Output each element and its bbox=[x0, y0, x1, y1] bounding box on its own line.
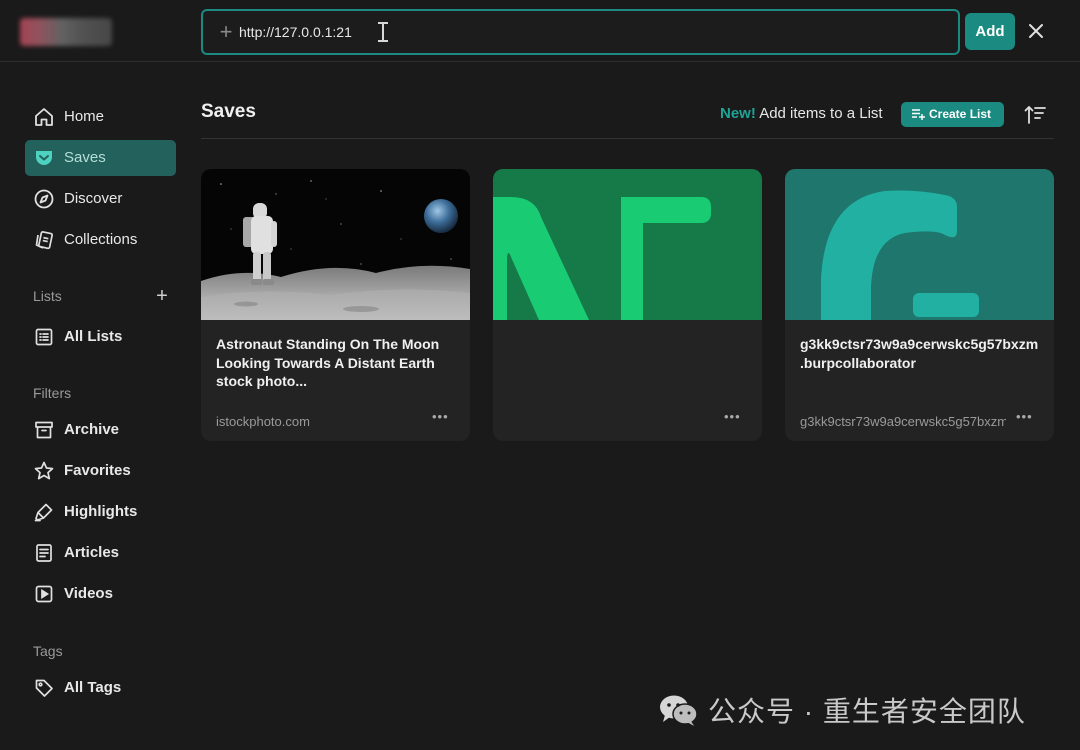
astronaut-photo-thumbnail[interactable] bbox=[201, 169, 470, 320]
save-card[interactable]: g3kk9ctsr73w9a9cerwskc5g57bxzm.burpcolla… bbox=[785, 169, 1054, 441]
blurred-logo bbox=[20, 18, 112, 46]
sidebar-item-archive[interactable]: Archive bbox=[25, 412, 176, 448]
create-list-button[interactable]: Create List bbox=[901, 102, 1004, 127]
card-source: g3kk9ctsr73w9a9cerwskc5g57bxzm.burpcolla… bbox=[800, 414, 1006, 429]
pocket-icon bbox=[33, 147, 55, 169]
add-list-icon bbox=[912, 109, 925, 120]
sidebar-item-label: Discover bbox=[64, 190, 123, 207]
sidebar-item-favorites[interactable]: Favorites bbox=[25, 453, 176, 489]
list-promo: New! Add items to a List bbox=[720, 105, 883, 122]
promo-text: Add items to a List bbox=[759, 105, 883, 122]
sidebar-item-label: All Lists bbox=[64, 328, 123, 345]
plus-icon: + bbox=[219, 19, 233, 44]
sidebar-item-discover[interactable]: Discover bbox=[25, 181, 176, 217]
more-options-icon[interactable] bbox=[1016, 409, 1040, 429]
create-list-label: Create List bbox=[929, 107, 992, 121]
text-cursor-icon bbox=[378, 22, 388, 42]
card-title[interactable]: g3kk9ctsr73w9a9cerwskc5g57bxzm.burpcolla… bbox=[800, 335, 1040, 372]
card-title[interactable]: Astronaut Standing On The Moon Looking T… bbox=[216, 335, 456, 391]
sidebar-item-all-tags[interactable]: All Tags bbox=[25, 670, 176, 706]
url-input[interactable] bbox=[239, 20, 879, 44]
video-icon bbox=[33, 583, 55, 605]
filters-heading: Filters bbox=[33, 385, 72, 401]
more-options-icon[interactable] bbox=[432, 409, 456, 429]
add-list-icon[interactable]: + bbox=[152, 286, 172, 306]
list-icon bbox=[33, 326, 55, 348]
letter-g-thumbnail[interactable] bbox=[785, 169, 1054, 320]
sidebar-item-label: Highlights bbox=[64, 503, 138, 520]
add-url-field[interactable]: + bbox=[201, 9, 960, 55]
sidebar-item-videos[interactable]: Videos bbox=[25, 576, 176, 612]
wechat-watermark: 公众号 · 重生者安全团队 bbox=[658, 690, 1026, 730]
sidebar-item-collections[interactable]: Collections bbox=[25, 222, 176, 258]
sidebar-item-highlights[interactable]: Highlights bbox=[25, 494, 176, 530]
home-icon bbox=[33, 106, 55, 128]
sidebar-item-label: Collections bbox=[64, 231, 138, 248]
sort-icon[interactable] bbox=[1023, 103, 1047, 127]
card-source: istockphoto.com bbox=[216, 414, 310, 429]
sidebar-item-label: Archive bbox=[64, 421, 120, 438]
sidebar-item-home[interactable]: Home bbox=[25, 99, 176, 135]
lists-heading: Lists bbox=[33, 288, 62, 304]
sidebar-item-label: Favorites bbox=[64, 462, 131, 479]
star-icon bbox=[33, 460, 55, 482]
sidebar-item-label: Home bbox=[64, 108, 105, 125]
compass-icon bbox=[33, 188, 55, 210]
highlighter-icon bbox=[33, 501, 55, 523]
add-button[interactable]: Add bbox=[965, 13, 1015, 50]
sidebar-item-label: Saves bbox=[64, 149, 106, 166]
sidebar-item-all-lists[interactable]: All Lists bbox=[25, 319, 176, 355]
watermark-text: 公众号 · 重生者安全团队 bbox=[708, 696, 1026, 727]
sidebar-item-label: Articles bbox=[64, 544, 120, 561]
letter-n-thumbnail[interactable] bbox=[493, 169, 762, 320]
more-options-icon[interactable] bbox=[724, 409, 748, 429]
header-divider bbox=[201, 138, 1054, 139]
collections-icon bbox=[33, 229, 55, 251]
save-card[interactable] bbox=[493, 169, 762, 441]
tags-heading: Tags bbox=[33, 643, 63, 659]
page-title: Saves bbox=[201, 101, 256, 122]
app-window: + Add Home bbox=[0, 0, 1080, 750]
sidebar-item-label: All Tags bbox=[64, 679, 122, 696]
sidebar-item-saves[interactable]: Saves bbox=[25, 140, 176, 176]
archive-icon bbox=[33, 419, 55, 441]
save-card[interactable]: Astronaut Standing On The Moon Looking T… bbox=[201, 169, 470, 441]
new-badge: New! bbox=[720, 105, 756, 122]
wechat-icon bbox=[660, 695, 698, 726]
close-icon[interactable] bbox=[1025, 20, 1047, 42]
top-bar: + Add bbox=[0, 0, 1080, 62]
sidebar-item-label: Videos bbox=[64, 585, 113, 602]
article-icon bbox=[33, 542, 55, 564]
tag-icon bbox=[33, 677, 55, 699]
sidebar-item-articles[interactable]: Articles bbox=[25, 535, 176, 571]
